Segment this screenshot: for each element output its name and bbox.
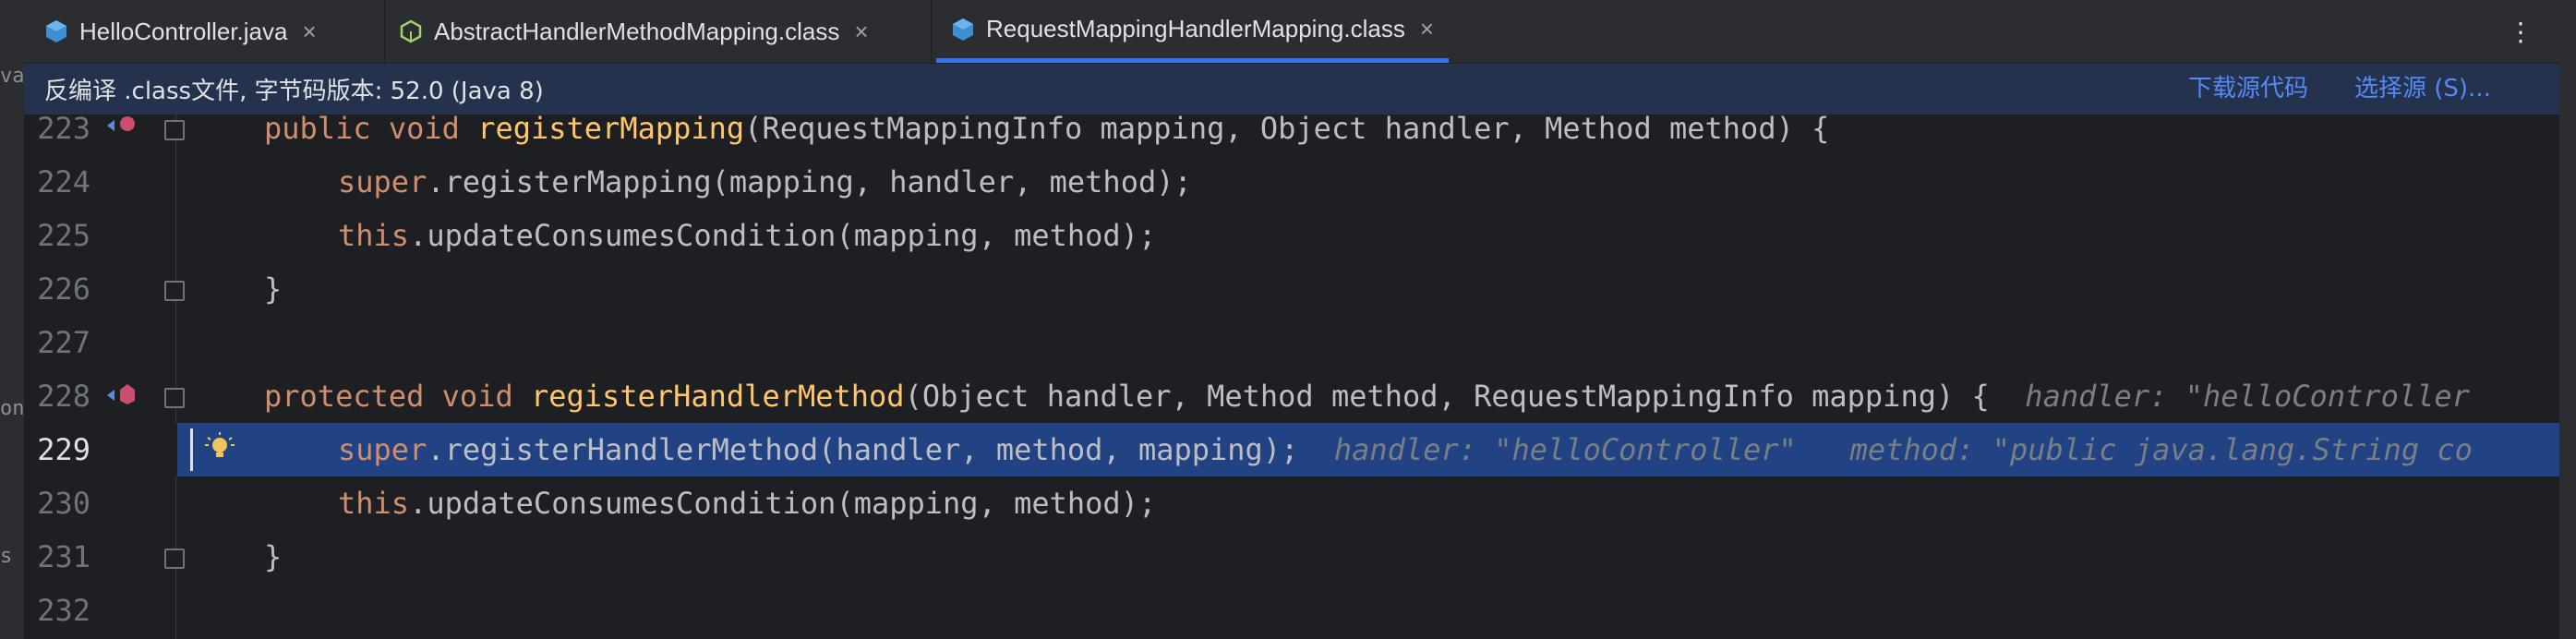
close-icon[interactable]: × bbox=[854, 18, 868, 46]
close-icon[interactable]: × bbox=[302, 18, 316, 46]
fold-icon[interactable] bbox=[164, 388, 185, 408]
code-line: 226 } bbox=[24, 262, 2559, 316]
decompiled-info-banner: 反编译 .class文件, 字节码版本: 52.0 (Java 8) 下载源代码… bbox=[24, 64, 2559, 115]
line-number: 229 bbox=[37, 432, 90, 467]
fold-icon[interactable] bbox=[164, 281, 185, 301]
left-strip-fragment: va bbox=[0, 65, 25, 88]
tab-label: HelloController.java bbox=[79, 17, 288, 45]
tab-label: RequestMappingHandlerMapping.class bbox=[986, 15, 1405, 42]
fold-icon[interactable] bbox=[164, 549, 185, 569]
line-number: 227 bbox=[37, 325, 90, 360]
line-number: 224 bbox=[37, 164, 90, 199]
editor-tab-bar: HelloController.java × AbstractHandlerMe… bbox=[24, 0, 2559, 64]
download-sources-link[interactable]: 下载源代码 bbox=[2188, 64, 2308, 115]
code-text: .updateConsumesCondition(mapping, method… bbox=[409, 218, 1157, 253]
tab-label: AbstractHandlerMethodMapping.class bbox=[434, 17, 840, 45]
inline-debug-hint: handler: "helloController" bbox=[1333, 432, 1797, 467]
text-caret bbox=[190, 428, 193, 471]
method-name: registerHandlerMethod bbox=[530, 379, 905, 414]
override-marker-icon[interactable] bbox=[105, 382, 137, 406]
override-marker-icon[interactable] bbox=[105, 115, 137, 137]
inline-debug-hint: method: "public java.lang.String co bbox=[1849, 432, 2473, 467]
choose-sources-link[interactable]: 选择源 (S)... bbox=[2354, 64, 2491, 115]
tab-request-mapping-handler-mapping[interactable]: RequestMappingHandlerMapping.class × bbox=[936, 0, 1450, 63]
line-number: 226 bbox=[37, 271, 90, 307]
current-execution-line: 229 super.registerHandlerMethod(handler,… bbox=[24, 423, 2559, 476]
code-text: (RequestMappingInfo mapping, Object hand… bbox=[744, 115, 1830, 146]
keyword: public void bbox=[264, 115, 478, 146]
class-file-icon bbox=[953, 18, 973, 41]
left-strip-fragment: on bbox=[0, 397, 25, 420]
code-editor[interactable]: 223 public void registerMapping(RequestM… bbox=[24, 115, 2559, 639]
line-number: 225 bbox=[37, 218, 90, 253]
code-text: .registerMapping(mapping, handler, metho… bbox=[427, 164, 1192, 199]
line-number: 232 bbox=[37, 593, 90, 628]
right-tool-strip bbox=[2559, 0, 2576, 639]
code-text: .registerHandlerMethod(handler, method, … bbox=[427, 432, 1299, 467]
method-name: registerMapping bbox=[477, 115, 745, 146]
keyword: super bbox=[338, 432, 427, 467]
code-line: 230 this.updateConsumesCondition(mapping… bbox=[24, 476, 2559, 530]
fold-icon[interactable] bbox=[164, 120, 185, 140]
banner-message: 反编译 .class文件, 字节码版本: 52.0 (Java 8) bbox=[44, 78, 544, 105]
java-class-icon bbox=[46, 20, 66, 42]
code-text: } bbox=[264, 271, 283, 307]
keyword: super bbox=[338, 164, 427, 199]
left-strip-fragment: s bbox=[0, 545, 13, 568]
inline-debug-hint: handler: "helloController bbox=[2025, 379, 2470, 414]
code-text: .updateConsumesCondition(mapping, method… bbox=[409, 486, 1157, 521]
keyword: this bbox=[338, 218, 410, 253]
line-number: 231 bbox=[37, 539, 90, 574]
close-icon[interactable]: × bbox=[1420, 15, 1434, 43]
code-line: 228 protected void registerHandlerMethod… bbox=[24, 369, 2559, 423]
keyword: this bbox=[338, 486, 410, 521]
code-text: (Object handler, Method method, RequestM… bbox=[904, 379, 1990, 414]
code-line: 227 bbox=[24, 316, 2559, 369]
code-line: 232 bbox=[24, 584, 2559, 637]
line-number: 230 bbox=[37, 486, 90, 521]
keyword: protected void bbox=[264, 379, 531, 414]
line-number: 228 bbox=[37, 379, 90, 414]
left-tool-strip: va on s bbox=[0, 0, 25, 639]
code-text: } bbox=[264, 539, 283, 574]
more-tabs-icon[interactable]: ⋮ bbox=[2508, 17, 2534, 47]
tab-hello-controller[interactable]: HelloController.java × bbox=[44, 0, 317, 63]
line-number: 223 bbox=[37, 115, 90, 146]
abstract-class-icon bbox=[400, 19, 422, 43]
lightbulb-icon[interactable] bbox=[205, 432, 235, 465]
code-line: 224 super.registerMapping(mapping, handl… bbox=[24, 155, 2559, 209]
tab-abstract-handler-method-mapping[interactable]: AbstractHandlerMethodMapping.class × bbox=[399, 0, 869, 63]
code-line: 225 this.updateConsumesCondition(mapping… bbox=[24, 209, 2559, 262]
code-line: 223 public void registerMapping(RequestM… bbox=[24, 115, 2559, 155]
code-line: 231 } bbox=[24, 530, 2559, 584]
